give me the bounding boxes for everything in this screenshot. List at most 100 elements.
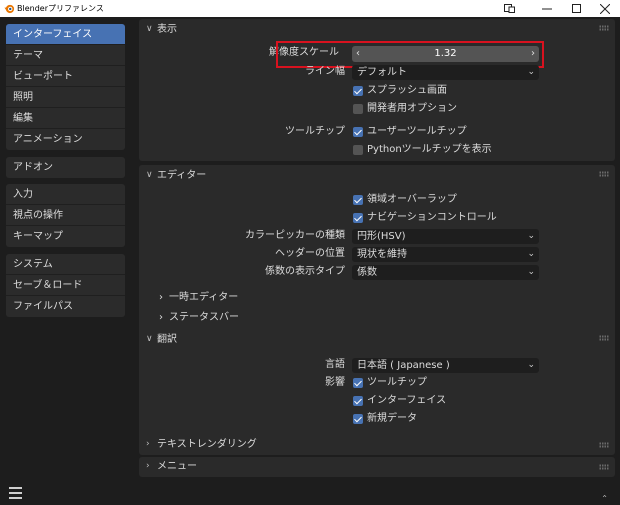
translate-new-data-checkbox[interactable] [353,414,363,424]
title-bar: Blenderプリファレンス [0,0,620,17]
drag-grip-icon[interactable] [599,25,609,31]
nav-controls-checkbox[interactable] [353,213,363,223]
header-pos-dropdown[interactable]: 現状を維持 ⌄ [352,247,539,262]
sidebar: インターフェイス テーマ ビューポート 照明 編集 アニメーション アドオン 入… [0,17,134,505]
sidebar-item-file-paths[interactable]: ファイルパス [6,296,125,317]
panel-menus-header[interactable]: › メニュー [139,457,615,479]
color-picker-value: 円形(HSV) [357,231,406,242]
translate-tooltips-label[interactable]: ツールチップ [367,376,427,390]
sidebar-item-addons[interactable]: アドオン [6,157,125,178]
tooltips-label: ツールチップ [285,126,345,137]
panel-editors: ∨ エディター 領域オーバーラップ ナビゲーションコントロール カラーピッカーの… [139,165,615,341]
chevron-right-icon: › [146,439,150,449]
language-label: 言語 [325,359,345,370]
color-picker-dropdown[interactable]: 円形(HSV) ⌄ [352,229,539,244]
translate-interface-checkbox[interactable] [353,396,363,406]
header-pos-label: ヘッダーの位置 [275,248,345,259]
sidebar-item-animation[interactable]: アニメーション [6,129,125,150]
maximize-button[interactable] [562,0,592,17]
factor-display-label: 係数の表示タイプ [265,266,345,277]
nav-group-addons: アドオン [6,157,125,178]
highlight-box [276,41,544,68]
chevron-down-icon: ⌄ [527,267,535,277]
chevron-right-icon: › [146,461,150,471]
panel-translation-header[interactable]: ∨ 翻訳 [139,329,615,351]
panel-title: テキストレンダリング [157,439,257,450]
panel-translation: ∨ 翻訳 言語 日本語 ( Japanese ) ⌄ 影響 ツールチップ インタ… [139,329,615,449]
window-title: Blenderプリファレンス [17,4,104,13]
splash-label[interactable]: スプラッシュ画面 [367,84,447,98]
chevron-down-icon: ⌄ [527,249,535,259]
line-width-dropdown[interactable]: デフォルト ⌄ [352,65,539,80]
panel-text-rendering-header[interactable]: › テキストレンダリング [139,435,615,457]
blender-logo-icon [4,4,15,14]
minimize-button[interactable] [532,0,562,17]
language-value: 日本語 ( Japanese ) [357,360,450,371]
chevron-down-icon: ∨ [146,170,153,180]
line-width-label: ライン幅 [305,66,345,77]
python-tooltips-checkbox[interactable] [353,145,363,155]
nav-group-system: システム セーブ＆ロード ファイルパス [6,254,125,317]
region-overlap-label[interactable]: 領域オーバーラップ [367,193,457,207]
panel-editors-header[interactable]: ∨ エディター [139,165,615,187]
color-picker-label: カラーピッカーの種類 [245,230,345,241]
chevron-down-icon: ∨ [146,24,153,34]
translate-new-data-label[interactable]: 新規データ [367,412,417,426]
affect-label: 影響 [325,377,345,388]
chevron-down-icon: ⌄ [527,360,535,370]
factor-display-dropdown[interactable]: 係数 ⌄ [352,265,539,280]
panel-title: メニュー [157,461,197,472]
sidebar-item-save-load[interactable]: セーブ＆ロード [6,275,125,296]
sidebar-item-system[interactable]: システム [6,254,125,275]
sidebar-item-themes[interactable]: テーマ [6,45,125,66]
translate-interface-label[interactable]: インターフェイス [367,394,446,408]
panel-text-rendering[interactable]: › テキストレンダリング [139,435,615,455]
python-tooltips-label[interactable]: Pythonツールチップを表示 [367,143,492,157]
panel-title: 表示 [157,24,177,35]
chevron-right-icon: › [159,292,163,303]
panel-display-header[interactable]: ∨ 表示 [139,19,615,41]
chevron-down-icon: ⌄ [527,67,535,77]
scroll-up-icon[interactable]: ⌃ [601,494,608,503]
sidebar-item-editing[interactable]: 編集 [6,108,125,129]
sidebar-item-interface[interactable]: インターフェイス [6,24,125,45]
status-bar-subsection[interactable]: › ステータスバー [159,311,239,325]
drag-grip-icon[interactable] [599,464,609,470]
nav-group-general: インターフェイス テーマ ビューポート 照明 編集 アニメーション [6,24,125,150]
close-button[interactable] [590,0,620,17]
dev-options-checkbox[interactable] [353,104,363,114]
sidebar-item-viewport[interactable]: ビューポート [6,66,125,87]
temp-editors-subsection[interactable]: › 一時エディター [159,291,238,305]
sidebar-item-lights[interactable]: 照明 [6,87,125,108]
drag-grip-icon[interactable] [599,442,609,448]
sidebar-item-keymap[interactable]: キーマップ [6,226,125,247]
panel-display: ∨ 表示 解像度スケール ‹ 1.32 › ライン幅 デフォルト ⌄ スプラッシ… [139,19,615,161]
region-overlap-checkbox[interactable] [353,195,363,205]
translate-tooltips-checkbox[interactable] [353,378,363,388]
dev-options-label[interactable]: 開発者用オプション [367,102,457,116]
user-tooltips-checkbox[interactable] [353,127,363,137]
splash-checkbox[interactable] [353,86,363,96]
nav-group-input: 入力 視点の操作 キーマップ [6,184,125,247]
sidebar-item-input[interactable]: 入力 [6,184,125,205]
main-content: ∨ 表示 解像度スケール ‹ 1.32 › ライン幅 デフォルト ⌄ スプラッシ… [134,17,620,505]
factor-display-value: 係数 [357,267,377,278]
header-pos-value: 現状を維持 [357,249,407,260]
nav-controls-label[interactable]: ナビゲーションコントロール [367,211,497,225]
panel-menus[interactable]: › メニュー [139,457,615,477]
panel-title: エディター [157,170,207,181]
chevron-down-icon: ⌄ [527,231,535,241]
sidebar-item-navigation[interactable]: 視点の操作 [6,205,125,226]
user-tooltips-label[interactable]: ユーザーツールチップ [367,125,467,139]
drag-grip-icon[interactable] [599,335,609,341]
temp-editors-label: 一時エディター [169,292,239,303]
chevron-down-icon: ∨ [146,334,153,344]
status-bar-label: ステータスバー [169,312,239,323]
drag-grip-icon[interactable] [599,171,609,177]
chevron-right-icon: › [159,312,163,323]
language-dropdown[interactable]: 日本語 ( Japanese ) ⌄ [352,358,539,373]
hamburger-menu-icon[interactable] [9,487,22,499]
panel-title: 翻訳 [157,334,177,345]
tablet-mode-icon[interactable] [494,0,524,17]
line-width-value: デフォルト [357,67,407,78]
